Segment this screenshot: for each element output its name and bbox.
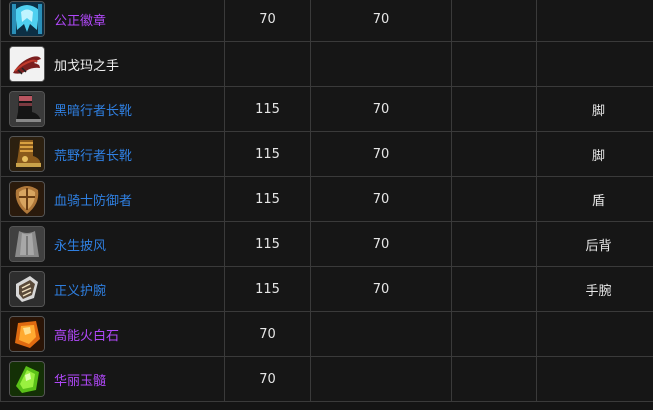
cloak-icon[interactable] [9, 226, 45, 262]
item-level-value: 115 [255, 281, 280, 297]
item-name-link[interactable]: 黑暗行者长靴 [54, 100, 132, 119]
item-name-link[interactable]: 公正徽章 [54, 10, 106, 29]
item-table: 公正徽章 70 70 加戈玛之手 黑暗行者长靴 115 70 脚 荒野行者长靴 … [0, 0, 653, 402]
item-name-link[interactable]: 华丽玉髓 [54, 370, 106, 389]
item-level-value: 70 [259, 371, 276, 387]
table-row: 华丽玉髓 70 [0, 356, 653, 402]
table-row: 荒野行者长靴 115 70 脚 [0, 131, 653, 177]
slot-value: 脚 [591, 148, 605, 164]
required-level-value: 70 [372, 191, 390, 207]
item-level-value: 70 [259, 326, 276, 342]
green-gem-icon[interactable] [9, 361, 45, 397]
table-row: 血骑士防御者 115 70 盾 [0, 176, 653, 222]
table-row: 黑暗行者长靴 115 70 脚 [0, 86, 653, 132]
shield-icon[interactable] [9, 181, 45, 217]
table-row: 正义护腕 115 70 手腕 [0, 266, 653, 312]
required-level-value: 70 [372, 146, 390, 162]
item-name-link[interactable]: 高能火白石 [54, 325, 119, 344]
orange-gem-icon[interactable] [9, 316, 45, 352]
item-name-link[interactable]: 荒野行者长靴 [54, 145, 132, 164]
item-name-link[interactable]: 正义护腕 [54, 280, 106, 299]
table-row: 加戈玛之手 [0, 41, 653, 87]
required-level-value: 70 [372, 236, 390, 252]
item-level-value: 70 [259, 11, 276, 27]
hand-relic-icon[interactable] [9, 46, 45, 82]
table-row: 永生披风 115 70 后背 [0, 221, 653, 267]
item-name-link[interactable]: 永生披风 [54, 235, 106, 254]
required-level-value: 70 [372, 281, 390, 297]
required-level-value: 70 [372, 101, 390, 117]
boots-icon[interactable] [9, 91, 45, 127]
item-level-value: 115 [255, 146, 280, 162]
required-level-value: 70 [372, 11, 390, 27]
slot-value: 脚 [591, 103, 605, 119]
slot-value: 手腕 [585, 283, 612, 299]
bracer-icon[interactable] [9, 271, 45, 307]
item-level-value: 115 [255, 191, 280, 207]
item-name-link[interactable]: 血骑士防御者 [54, 190, 132, 209]
slot-value: 后背 [585, 238, 612, 254]
table-row: 公正徽章 70 70 [0, 0, 653, 42]
item-level-value: 115 [255, 236, 280, 252]
table-row: 高能火白石 70 [0, 311, 653, 357]
item-level-value: 115 [255, 101, 280, 117]
wild-boots-icon[interactable] [9, 136, 45, 172]
slot-value: 盾 [591, 193, 605, 209]
emblem-icon[interactable] [9, 1, 45, 37]
item-name-link[interactable]: 加戈玛之手 [54, 55, 119, 74]
